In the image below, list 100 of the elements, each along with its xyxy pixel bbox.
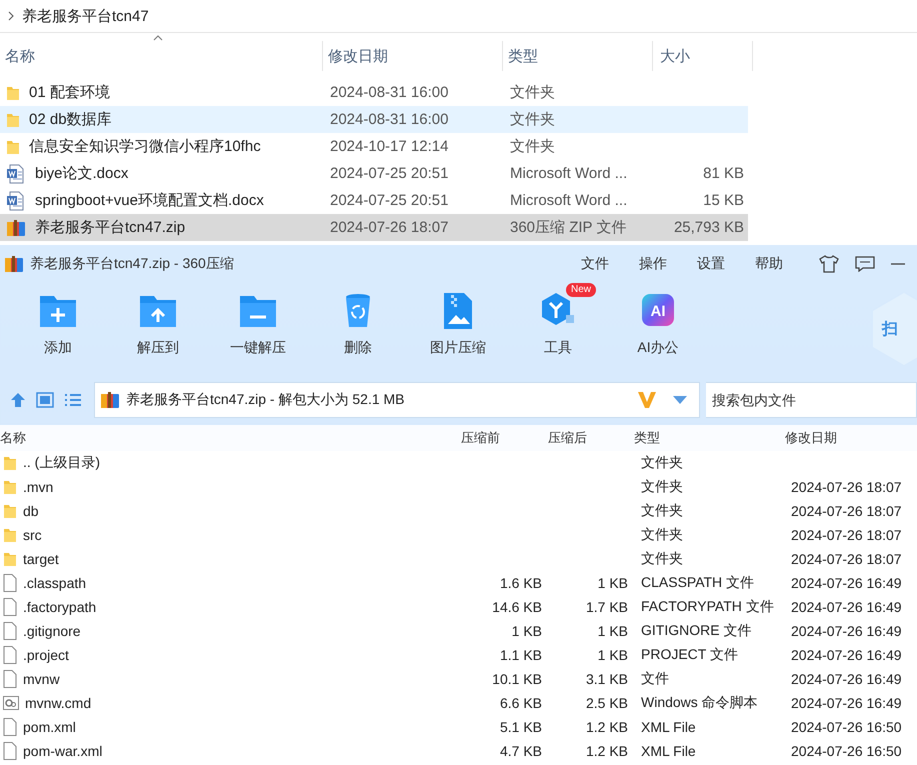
file-row[interactable]: biye论文.docx 2024-07-25 20:51 Microsoft Word ... 81 KB: [0, 160, 748, 187]
compressed-size-cell-text: 2.5 KB: [584, 695, 628, 711]
file-icon: [3, 598, 17, 616]
toolbar-button[interactable]: AI AI办公: [608, 283, 708, 357]
compressed-size-cell-text: 1 KB: [596, 575, 628, 591]
minimize-icon[interactable]: [891, 263, 905, 265]
date-cell-text: 2024-07-26 16:49: [790, 671, 903, 687]
folder-icon: [6, 138, 20, 154]
file-name: 01 配套环境: [29, 83, 110, 102]
date-cell-text: 2024-07-26 16:49: [790, 599, 903, 615]
file-row[interactable]: 信息安全知识学习微信小程序10fhc 2024-10-17 12:14 文件夹: [0, 133, 748, 160]
menu-item[interactable]: 帮助: [755, 255, 783, 273]
file-name[interactable]: .. (上级目录): [23, 454, 100, 472]
shirt-icon[interactable]: [819, 255, 839, 273]
script-file-icon: [3, 695, 19, 711]
size-cell-text: 10.1 KB: [491, 671, 542, 687]
type-cell-text: GITIGNORE 文件: [640, 622, 752, 640]
date-cell-text: 2024-07-26 16:49: [790, 695, 903, 711]
date-cell-text: 2024-07-26 16:50: [790, 743, 903, 759]
document-icon: [6, 190, 26, 210]
type-cell-text: 文件夹: [640, 454, 684, 472]
size-cell-text: 15 KB: [702, 192, 745, 209]
file-name[interactable]: .project: [23, 647, 69, 663]
file-name[interactable]: pom-war.xml: [23, 743, 102, 759]
column-header[interactable]: 修改日期: [323, 41, 503, 71]
folder-icon: [3, 479, 17, 495]
file-name[interactable]: .gitignore: [23, 623, 81, 639]
compressed-size-cell-text: 1.2 KB: [584, 719, 628, 735]
column-header[interactable]: 大小: [653, 41, 753, 71]
size-cell-text: 4.7 KB: [498, 743, 542, 759]
size-cell-text: 1.6 KB: [498, 575, 542, 591]
search-field[interactable]: 搜索包内文件: [706, 382, 917, 418]
column-header[interactable]: 修改日期: [778, 429, 917, 447]
toolbar-button[interactable]: New 工具: [508, 283, 608, 357]
type-cell-text: PROJECT 文件: [640, 646, 739, 664]
type-cell-text: XML File: [640, 719, 697, 735]
toolbar-button[interactable]: 删除: [308, 283, 408, 357]
date-cell-text: 2024-07-26 16:49: [790, 623, 903, 639]
size-cell-text: 81 KB: [702, 165, 745, 182]
folder-icon: [3, 551, 17, 567]
view-icon[interactable]: [36, 392, 54, 408]
size-cell-text: 14.6 KB: [491, 599, 542, 615]
column-header[interactable]: 类型: [628, 429, 778, 447]
message-icon[interactable]: [855, 256, 875, 272]
file-row[interactable]: springboot+vue环境配置文档.docx 2024-07-25 20:51 Microsoft Word ... 15 KB: [0, 187, 748, 214]
file-name[interactable]: pom.xml: [23, 719, 76, 735]
folder-icon: [6, 84, 20, 100]
type-cell-text: 文件: [640, 670, 670, 688]
type-cell-text: Microsoft Word ...: [510, 192, 628, 209]
folder-icon: [6, 112, 20, 128]
breadcrumb[interactable]: 养老服务平台tcn47: [22, 6, 149, 26]
date-cell-text: 2024-07-26 18:07: [790, 503, 903, 519]
file-name[interactable]: mvnw.cmd: [25, 695, 92, 711]
toolbar-button[interactable]: 添加: [8, 283, 108, 357]
file-name: 02 db数据库: [29, 110, 112, 129]
column-header[interactable]: 压缩前: [450, 429, 542, 447]
menu-item[interactable]: 文件: [581, 255, 609, 273]
sort-caret-icon: [153, 35, 163, 41]
file-name[interactable]: target: [23, 551, 59, 567]
file-row[interactable]: 01 配套环境 2024-08-31 16:00 文件夹: [0, 79, 748, 106]
list-view-icon[interactable]: [64, 393, 82, 407]
menu-item[interactable]: 设置: [697, 255, 725, 273]
archive-icon: [100, 390, 120, 410]
menu-item[interactable]: 操作: [639, 255, 667, 273]
column-header[interactable]: 名称: [0, 41, 323, 71]
dropdown-caret-icon[interactable]: [673, 396, 687, 404]
toolbar-button[interactable]: 一键解压: [208, 283, 308, 357]
type-cell-text: 文件夹: [640, 526, 684, 544]
date-cell-text: 2024-07-25 20:51: [330, 192, 450, 209]
date-cell-text: 2024-07-26 16:49: [790, 647, 903, 663]
compressed-size-cell-text: 1 KB: [596, 623, 628, 639]
file-icon: [3, 718, 17, 736]
file-name[interactable]: .classpath: [23, 575, 86, 591]
type-cell-text: CLASSPATH 文件: [640, 574, 756, 592]
file-name[interactable]: .factorypath: [23, 599, 96, 615]
v-logo-icon[interactable]: [637, 391, 657, 409]
compressed-size-cell-text: 1.2 KB: [584, 743, 628, 759]
chevron-icon[interactable]: [8, 11, 14, 21]
file-icon: [3, 646, 17, 664]
type-cell-text: 文件夹: [510, 83, 556, 102]
compressed-size-cell-text: 3.1 KB: [584, 671, 628, 687]
path-bar[interactable]: 养老服务平台tcn47.zip - 解包大小为 52.1 MB: [94, 382, 700, 418]
column-header[interactable]: 名称: [0, 429, 450, 447]
date-cell-text: 2024-10-17 12:14: [330, 138, 450, 155]
size-cell-text: 25,793 KB: [672, 219, 745, 236]
file-name[interactable]: .mvn: [23, 479, 54, 495]
toolbar-button[interactable]: 解压到: [108, 283, 208, 357]
file-row[interactable]: 养老服务平台tcn47.zip 2024-07-26 18:07 360压缩 ZIP 文件 25,793 KB: [0, 214, 748, 241]
file-name[interactable]: src: [23, 527, 42, 543]
column-header[interactable]: 压缩后: [542, 429, 628, 447]
column-header[interactable]: 类型: [503, 41, 653, 71]
window-title: 养老服务平台tcn47.zip - 360压缩: [30, 255, 234, 273]
file-name[interactable]: mvnw: [23, 671, 60, 687]
file-row[interactable]: 02 db数据库 2024-08-31 16:00 文件夹: [0, 106, 748, 133]
app-logo-icon: [4, 254, 24, 274]
file-name[interactable]: db: [23, 503, 39, 519]
up-arrow-icon[interactable]: [10, 392, 26, 408]
toolbar-button[interactable]: 图片压缩: [408, 283, 508, 357]
type-cell-text: XML File: [640, 743, 697, 759]
file-icon: [3, 670, 17, 688]
